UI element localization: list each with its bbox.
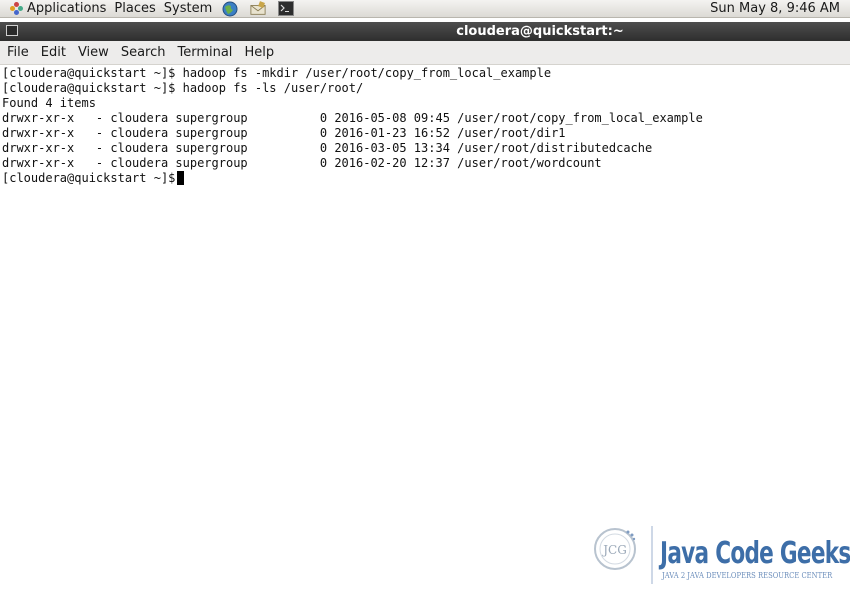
terminal-line: drwxr-xr-x - cloudera supergroup 0 2016-…: [2, 126, 566, 140]
email-client-icon[interactable]: [250, 0, 266, 16]
gnome-foot-icon: [10, 1, 24, 16]
watermark-divider: [651, 526, 653, 584]
terminal-line: drwxr-xr-x - cloudera supergroup 0 2016-…: [2, 141, 653, 155]
places-menu-label: Places: [114, 1, 156, 16]
menu-view[interactable]: View: [72, 41, 115, 64]
menu-terminal[interactable]: Terminal: [171, 41, 238, 64]
menu-help[interactable]: Help: [238, 41, 280, 64]
window-titlebar[interactable]: cloudera@quickstart:~: [0, 22, 850, 41]
menu-file[interactable]: File: [0, 41, 35, 64]
jcg-logo-icon: JCG: [594, 528, 636, 570]
menu-search[interactable]: Search: [115, 41, 172, 64]
java-code-geeks-watermark: JCG Java Code Geeks JAVA 2 JAVA DEVELOPE…: [590, 520, 850, 590]
terminal-line: drwxr-xr-x - cloudera supergroup 0 2016-…: [2, 111, 703, 125]
terminal-line: drwxr-xr-x - cloudera supergroup 0 2016-…: [2, 156, 602, 170]
web-browser-icon[interactable]: [222, 1, 238, 16]
window-title: cloudera@quickstart:~: [456, 24, 624, 39]
system-menu-label: System: [163, 1, 213, 16]
top-panel: Applications Places System Sun May 8, 9:…: [0, 0, 850, 18]
terminal-line: Found 4 items: [2, 96, 96, 110]
menu-edit[interactable]: Edit: [35, 41, 72, 64]
terminal-prompt: [cloudera@quickstart ~]$: [2, 171, 183, 185]
terminal-line: [cloudera@quickstart ~]$ hadoop fs -mkdi…: [2, 66, 552, 80]
terminal-launcher-icon[interactable]: [278, 1, 295, 16]
places-menu[interactable]: Places: [110, 0, 159, 17]
terminal-line: [cloudera@quickstart ~]$ hadoop fs -ls /…: [2, 81, 364, 95]
system-menu[interactable]: System: [160, 0, 216, 17]
text-cursor: [177, 171, 184, 185]
panel-clock[interactable]: Sun May 8, 9:46 AM: [710, 0, 840, 17]
jcg-logo-text: JCG: [601, 543, 627, 557]
applications-menu-label: Applications: [27, 1, 107, 16]
watermark-subtitle: JAVA 2 JAVA DEVELOPERS RESOURCE CENTER: [662, 571, 833, 580]
watermark-title: Java Code Geeks: [660, 536, 850, 571]
terminal-menubar: File Edit View Search Terminal Help: [0, 41, 850, 65]
applications-menu[interactable]: Applications: [0, 0, 110, 17]
